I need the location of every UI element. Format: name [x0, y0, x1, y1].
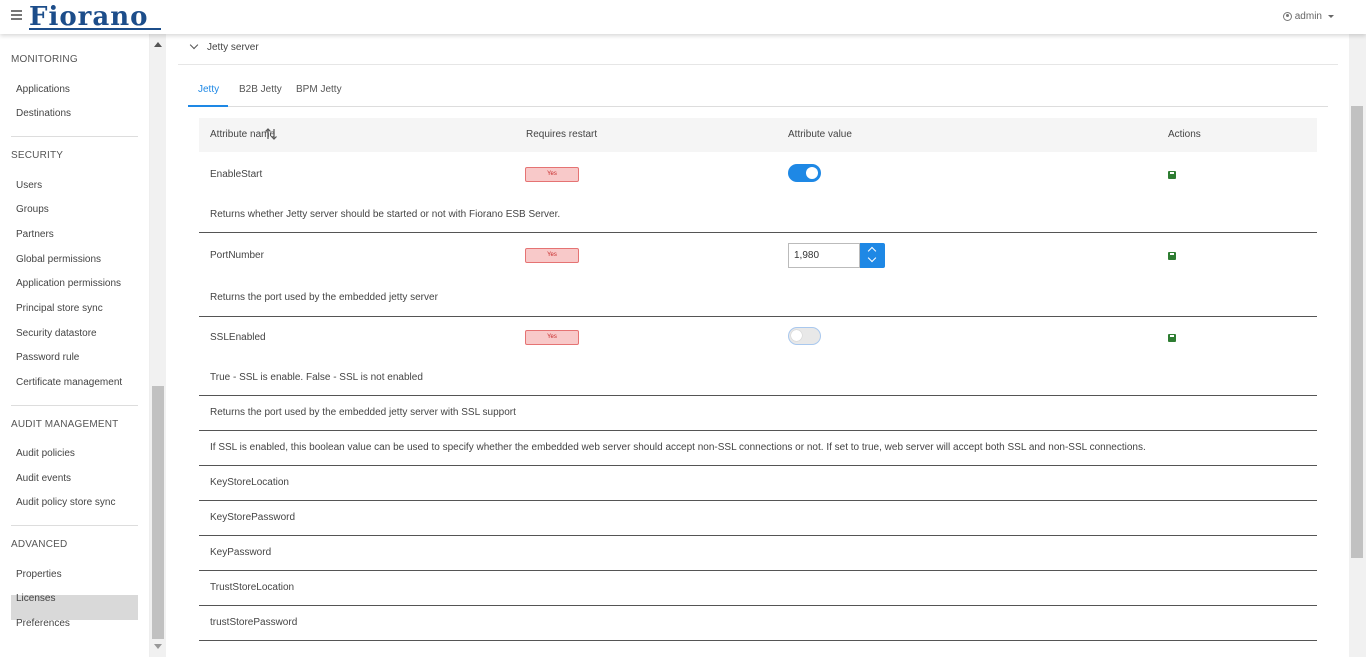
- attribute-name: KeyStoreLocation: [210, 477, 289, 488]
- sidebar-item-certificate-management[interactable]: Certificate management: [16, 377, 122, 388]
- chevron-down-icon: [1328, 15, 1334, 18]
- enable-start-toggle[interactable]: [788, 164, 821, 182]
- attribute-description: Returns the port used by the embedded je…: [210, 407, 516, 418]
- header-attribute-value: Attribute value: [788, 129, 852, 140]
- sort-icon[interactable]: [264, 127, 278, 141]
- chevron-down-icon[interactable]: [189, 40, 199, 50]
- requires-restart-badge: Yes: [525, 330, 579, 345]
- section-advanced: ADVANCED: [11, 539, 68, 550]
- sidebar-item-preferences[interactable]: Preferences: [16, 618, 70, 629]
- sidebar-item-application-permissions[interactable]: Application permissions: [16, 278, 121, 289]
- panel-title: Jetty server: [207, 42, 259, 53]
- scroll-down-icon[interactable]: [154, 644, 162, 649]
- user-menu[interactable]: admin: [1282, 11, 1334, 22]
- sidebar-item-properties[interactable]: Properties: [16, 569, 62, 580]
- sidebar-item-destinations[interactable]: Destinations: [16, 108, 71, 119]
- sidebar-item-principal-store-sync[interactable]: Principal store sync: [16, 303, 103, 314]
- tab-bar: Jetty B2B Jetty BPM Jetty: [188, 81, 1328, 107]
- logo-underline: [29, 28, 161, 30]
- header-actions: Actions: [1168, 129, 1201, 140]
- attribute-name: TrustStoreLocation: [210, 582, 295, 593]
- attribute-description: If SSL is enabled, this boolean value ca…: [210, 442, 1146, 453]
- row-divider: [199, 535, 1317, 536]
- sidebar: MONITORING Applications Destinations SEC…: [0, 34, 150, 657]
- tab-jetty[interactable]: Jetty: [198, 84, 219, 95]
- sidebar-item-applications[interactable]: Applications: [16, 84, 70, 95]
- sidebar-scrollbar[interactable]: [150, 34, 166, 657]
- sidebar-item-partners[interactable]: Partners: [16, 229, 54, 240]
- hamburger-menu-icon[interactable]: [11, 10, 22, 20]
- divider: [11, 405, 138, 406]
- ssl-enabled-toggle[interactable]: [788, 327, 821, 345]
- sidebar-item-users[interactable]: Users: [16, 180, 42, 191]
- user-name: admin: [1294, 11, 1322, 22]
- table-header: Attribute name Requires restart Attribut…: [199, 118, 1317, 152]
- port-number-input[interactable]: 1,980: [788, 243, 860, 268]
- port-number-stepper[interactable]: 1,980: [788, 243, 885, 268]
- row-divider: [199, 640, 1317, 641]
- sidebar-item-audit-policies[interactable]: Audit policies: [16, 448, 75, 459]
- row-divider: [199, 570, 1317, 571]
- panel-header[interactable]: Jetty server: [178, 34, 1338, 65]
- sidebar-item-global-permissions[interactable]: Global permissions: [16, 254, 101, 265]
- row-divider: [199, 465, 1317, 466]
- attribute-name: trustStorePassword: [210, 617, 298, 628]
- row-divider: [199, 316, 1317, 317]
- divider: [11, 136, 138, 137]
- sidebar-item-audit-events[interactable]: Audit events: [16, 473, 71, 484]
- save-icon[interactable]: [1168, 171, 1176, 179]
- header-requires-restart: Requires restart: [526, 129, 598, 140]
- chevron-down-icon[interactable]: [867, 253, 877, 263]
- attribute-name: KeyPassword: [210, 547, 272, 558]
- main-content: Jetty server Jetty B2B Jetty BPM Jetty A…: [178, 34, 1338, 657]
- tab-b2b-jetty[interactable]: B2B Jetty: [239, 84, 282, 95]
- sidebar-item-groups[interactable]: Groups: [16, 204, 49, 215]
- attribute-name: KeyStorePassword: [210, 512, 296, 523]
- stepper-buttons[interactable]: [860, 243, 885, 268]
- attribute-description: True - SSL is enable. False - SSL is not…: [210, 372, 423, 383]
- sidebar-item-password-rule[interactable]: Password rule: [16, 352, 79, 363]
- attribute-name: SSLEnabled: [210, 332, 266, 343]
- row-divider: [199, 430, 1317, 431]
- active-tab-indicator: [188, 105, 228, 107]
- attribute-name: PortNumber: [210, 250, 264, 261]
- attribute-description: Returns whether Jetty server should be s…: [210, 209, 561, 220]
- save-icon[interactable]: [1168, 252, 1176, 260]
- sidebar-item-audit-policy-store-sync[interactable]: Audit policy store sync: [16, 497, 116, 508]
- sidebar-scroll-thumb[interactable]: [152, 386, 164, 639]
- save-icon[interactable]: [1168, 334, 1176, 342]
- row-divider: [199, 232, 1317, 233]
- attribute-description: Returns the port used by the embedded je…: [210, 292, 438, 303]
- divider: [11, 525, 138, 526]
- tab-bpm-jetty[interactable]: BPM Jetty: [296, 84, 342, 95]
- row-divider: [199, 395, 1317, 396]
- row-divider: [199, 605, 1317, 606]
- sidebar-item-security-datastore[interactable]: Security datastore: [16, 328, 97, 339]
- section-security: SECURITY: [11, 150, 64, 161]
- section-monitoring: MONITORING: [11, 54, 78, 65]
- requires-restart-badge: Yes: [525, 167, 579, 182]
- user-icon: [1282, 12, 1292, 21]
- scroll-up-icon[interactable]: [154, 42, 162, 47]
- top-bar: Fiorano admin: [0, 0, 1366, 34]
- requires-restart-badge: Yes: [525, 248, 579, 263]
- fiorano-logo: Fiorano: [29, 2, 149, 32]
- row-divider: [199, 500, 1317, 501]
- main-scrollbar[interactable]: [1349, 34, 1366, 657]
- section-audit-management: AUDIT MANAGEMENT: [11, 419, 119, 430]
- attribute-name: EnableStart: [210, 169, 263, 180]
- sidebar-item-licenses[interactable]: Licenses: [16, 593, 55, 604]
- main-scroll-thumb[interactable]: [1351, 106, 1363, 558]
